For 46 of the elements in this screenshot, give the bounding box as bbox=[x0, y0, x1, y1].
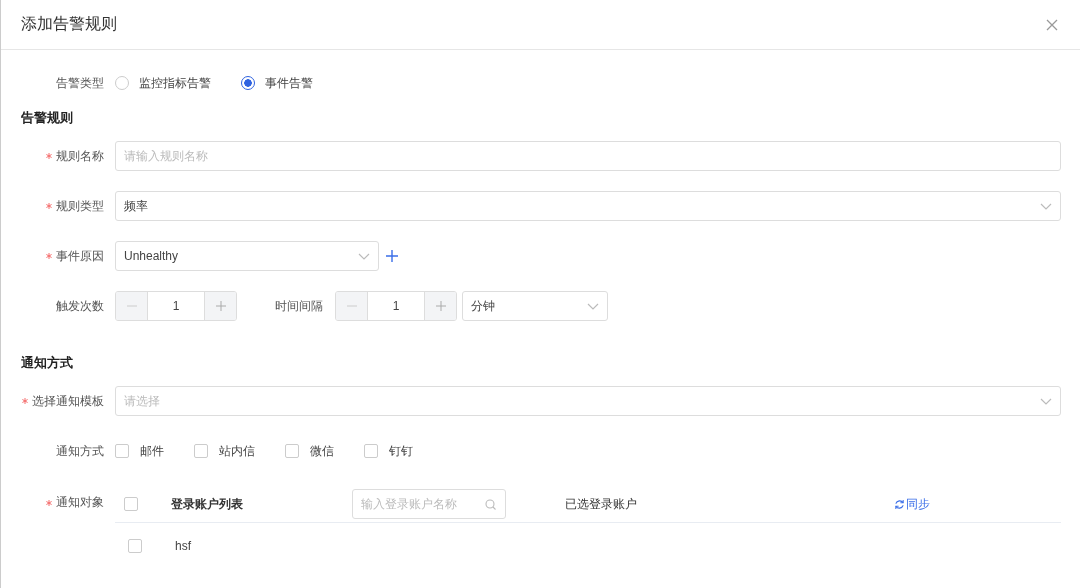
checkbox[interactable] bbox=[194, 444, 208, 458]
field-label: 选择通知模板 bbox=[32, 392, 104, 410]
checkbox-label: 站内信 bbox=[219, 442, 255, 460]
field-label: 通知方式 bbox=[56, 442, 104, 460]
radio-label: 事件告警 bbox=[265, 74, 313, 92]
field-label: 告警类型 bbox=[56, 74, 104, 92]
section-title: 告警规则 bbox=[20, 110, 74, 127]
checkbox[interactable] bbox=[128, 539, 142, 553]
chevron-down-icon bbox=[1040, 202, 1052, 210]
dialog-title: 添加告警规则 bbox=[21, 14, 117, 34]
field-label: 触发次数 bbox=[56, 297, 104, 315]
section-title: 通知方式 bbox=[20, 355, 74, 372]
field-label: 时间间隔 bbox=[275, 297, 323, 315]
radio-button[interactable] bbox=[241, 76, 255, 90]
select-field[interactable]: Unhealthy bbox=[115, 241, 379, 271]
chevron-down-icon bbox=[358, 252, 370, 260]
field-label: 规则名称 bbox=[56, 147, 104, 165]
chevron-down-icon bbox=[1040, 397, 1052, 405]
table-cell: hsf bbox=[175, 539, 191, 553]
field-label: 事件原因 bbox=[56, 247, 104, 265]
checkbox-label: 微信 bbox=[310, 442, 334, 460]
sync-link[interactable]: 同步 bbox=[894, 495, 930, 513]
select-field[interactable]: 频率 bbox=[115, 191, 1061, 221]
column-header: 已选登录账户 bbox=[565, 495, 638, 513]
checkbox-label: 邮件 bbox=[140, 442, 164, 460]
plus-icon[interactable] bbox=[386, 250, 398, 262]
checkbox-label: 钉钉 bbox=[389, 442, 413, 460]
checkbox[interactable] bbox=[364, 444, 378, 458]
checkbox[interactable] bbox=[124, 497, 138, 511]
checkbox[interactable] bbox=[285, 444, 299, 458]
field-label: 规则类型 bbox=[56, 197, 104, 215]
search-icon bbox=[485, 499, 496, 510]
input-field[interactable]: 请输入规则名称 bbox=[115, 141, 1061, 171]
plus-icon[interactable] bbox=[435, 301, 446, 311]
radio-label: 监控指标告警 bbox=[139, 74, 211, 92]
plus-icon[interactable] bbox=[215, 301, 226, 311]
number-stepper[interactable]: 1 bbox=[335, 291, 457, 321]
checkbox[interactable] bbox=[115, 444, 129, 458]
field-label: 通知对象 bbox=[56, 494, 104, 511]
select-field[interactable]: 分钟 bbox=[462, 291, 608, 321]
close-icon[interactable] bbox=[1046, 18, 1058, 31]
refresh-icon bbox=[894, 498, 905, 510]
search-field[interactable]: 输入登录账户名称 bbox=[352, 489, 506, 519]
column-header: 登录账户列表 bbox=[171, 495, 244, 513]
chevron-down-icon bbox=[587, 302, 599, 310]
number-stepper[interactable]: 1 bbox=[115, 291, 237, 321]
